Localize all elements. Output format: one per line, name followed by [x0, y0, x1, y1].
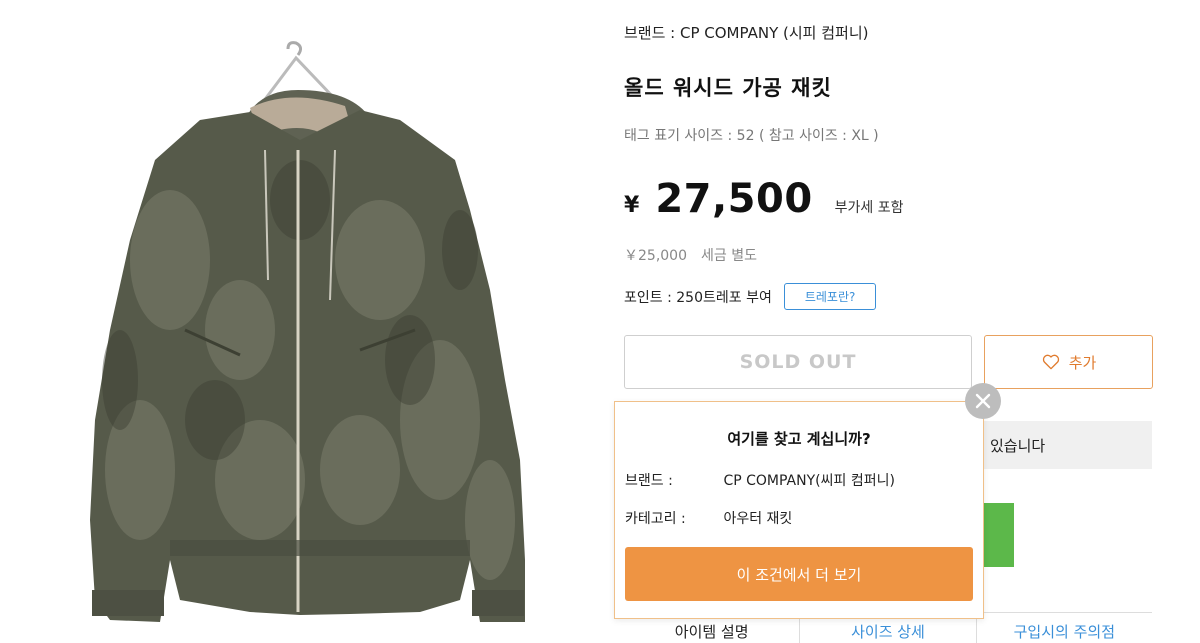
price-ex-tax: ￥25,000 세금 별도 [624, 248, 757, 264]
points-text: 포인트 : 250트레포 부여 [624, 289, 772, 306]
stock-notice-text: 있습니다 [990, 437, 1046, 455]
tab-purchase-notes[interactable]: 구입시의 주의점 [975, 613, 1152, 643]
popup-brand-value: CP COMPANY(씨피 컴퍼니) [723, 473, 895, 489]
price-value: 27,500 [655, 176, 813, 222]
points-help-button[interactable]: 트레포란? [783, 283, 877, 310]
currency-symbol: ¥ [624, 193, 640, 218]
popup-question: 여기를 찾고 계십니까? [727, 430, 871, 448]
brand-line: 브랜드 : CP COMPANY (시피 컴퍼니) [624, 24, 869, 42]
size-info: 태그 표기 사이즈 : 52 ( 참고 사이즈 : XL ) [624, 128, 879, 144]
popup-category-key: 카테고리 : [625, 511, 686, 527]
product-title: 올드 워시드 가공 재킷 [624, 76, 832, 100]
popup-category-value: 아우터 재킷 [723, 511, 793, 527]
favorite-label: 추가 [1068, 353, 1097, 372]
suggestion-popup: 여기를 찾고 계십니까? 브랜드 : CP COMPANY(씨피 컴퍼니) 카테… [614, 401, 984, 619]
popup-category-row: 카테고리 : 아우터 재킷 [625, 508, 792, 528]
soldout-button[interactable]: SOLD OUT [624, 335, 972, 389]
heart-icon [1042, 354, 1059, 370]
favorite-button[interactable]: 추가 [984, 335, 1153, 389]
popup-close-button[interactable] [965, 383, 1001, 419]
price-row: ¥ 27,500 부가세 포함 [624, 176, 904, 222]
popup-search-button[interactable]: 이 조건에서 더 보기 [625, 547, 973, 601]
close-icon [975, 393, 991, 409]
tax-included-label: 부가세 포함 [834, 200, 904, 216]
popup-brand-row: 브랜드 : CP COMPANY(씨피 컴퍼니) [625, 470, 895, 490]
points-row: 포인트 : 250트레포 부여 트레포란? [624, 283, 877, 310]
jacket-image [90, 41, 525, 622]
product-photo [0, 0, 610, 636]
popup-brand-key: 브랜드 : [625, 473, 673, 489]
